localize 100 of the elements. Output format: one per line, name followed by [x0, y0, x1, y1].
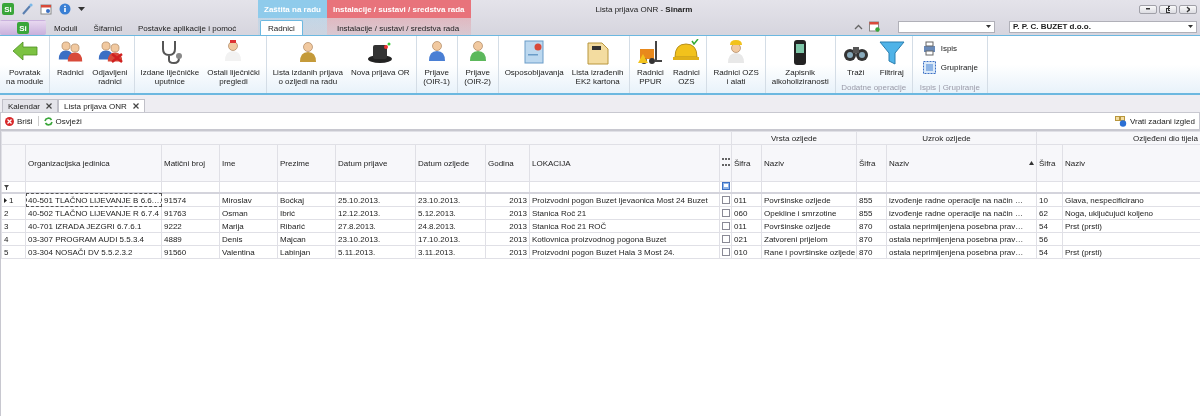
table-cell: Stanica Roč 21 ROČ — [532, 221, 607, 231]
column-header[interactable]: Datum prijave — [338, 158, 388, 168]
table-cell: 40-502 TLAČNO LIJEVANJE R 6.7.4 — [28, 208, 159, 218]
ribbon-button[interactable]: Prijave (OIR-1) — [419, 36, 454, 87]
ribbon-button[interactable]: Odjavljeni radnici — [89, 36, 131, 87]
dropdown-arrow-icon — [1188, 25, 1193, 28]
table-cell: Prst (prsti) — [1065, 221, 1102, 231]
table-cell: Majcan — [280, 234, 306, 244]
ribbon-button[interactable]: Lista izrađenih EK2 kartona — [568, 36, 627, 87]
document-tab[interactable]: Kalendar — [2, 99, 59, 112]
table-cell: 855 — [859, 208, 873, 218]
table-cell: 011 — [734, 221, 747, 231]
column-header[interactable]: Organizacijska jedinica — [28, 158, 110, 168]
minimize-button[interactable] — [1139, 4, 1157, 14]
table-cell: Proizvodni pogon Buzet ljevaonica Most 24 Buzet — [532, 195, 708, 205]
ribbon-button[interactable]: Lista izdanih prijava o ozljedi na radu — [269, 36, 346, 87]
window-title: Lista prijava ONR - Sinarm — [594, 4, 694, 14]
column-header[interactable]: Šifra — [1039, 158, 1056, 168]
ribbon-button[interactable]: Nova prijava OR — [347, 36, 413, 87]
column-header[interactable]: Datum ozljede — [418, 158, 470, 168]
table-cell: 870 — [859, 234, 873, 244]
table-cell: 10 — [1039, 195, 1048, 205]
table-cell: 855 — [859, 195, 873, 205]
table-cell: Stanica Roč 21 — [532, 208, 587, 218]
ribbon-tab[interactable]: Šifarnici — [85, 20, 131, 35]
table-cell: 54 — [1039, 247, 1048, 257]
table-cell: 03-307 PROGRAM AUDI 5.5.3.4 — [28, 234, 145, 244]
checkbox[interactable] — [722, 248, 730, 256]
table-cell: Denis — [222, 234, 243, 244]
ribbon-button[interactable]: Prijave (OIR-2) — [460, 36, 495, 87]
ribbon-button[interactable]: Traži — [838, 36, 873, 83]
column-header[interactable]: LOKACIJA — [532, 158, 571, 168]
table-cell: 2013 — [509, 221, 527, 231]
table-cell: Miroslav — [222, 195, 252, 205]
restore-button[interactable] — [1159, 4, 1177, 14]
reset-layout-button[interactable]: Vrati zadani izgled — [1114, 115, 1195, 127]
ribbon-button[interactable]: Radnici — [53, 36, 88, 87]
ribbon-button[interactable]: Grupiranje — [921, 60, 978, 75]
ribbon-button[interactable]: Filtriraj — [874, 36, 909, 83]
table-cell: 870 — [859, 247, 873, 257]
printer-icon — [921, 41, 937, 56]
ribbon-button[interactable]: Ostali liječnički pregledi — [204, 36, 263, 87]
column-header[interactable]: Godina — [488, 158, 514, 168]
row-number: 4 — [4, 234, 9, 244]
collapse-ribbon-icon[interactable] — [854, 23, 863, 30]
column-header[interactable]: Prezime — [280, 158, 310, 168]
table-cell: Površinske ozljede — [764, 195, 831, 205]
dropdown-field[interactable] — [898, 20, 995, 33]
context-tab-header: Instalacije / sustavi / sredstva rada — [326, 0, 471, 18]
group-label: Ispis | Grupiranje — [918, 83, 981, 93]
column-header[interactable]: Šifra — [859, 158, 876, 168]
current-row-icon — [4, 197, 7, 203]
calendar-icon[interactable] — [869, 21, 880, 32]
ribbon-tab[interactable]: Moduli — [46, 20, 86, 35]
wand-icon[interactable] — [21, 3, 33, 15]
company-dropdown[interactable]: P. P. C. BUZET d.o.o. — [1009, 20, 1197, 33]
table-cell: Opekline i smrzotine — [764, 208, 837, 218]
checkbox[interactable] — [722, 196, 730, 204]
table-cell: 9222 — [164, 221, 182, 231]
ribbon-button[interactable]: Osposobljavanja — [501, 36, 567, 87]
checkbox[interactable] — [722, 209, 730, 217]
column-header[interactable]: Ime — [222, 158, 236, 168]
column-header[interactable]: Naziv — [1065, 158, 1086, 168]
column-group-header: Ozljeđeni dio tijela — [1133, 133, 1198, 143]
column-header[interactable]: Šifra — [734, 158, 751, 168]
document-tab[interactable]: Lista prijava ONR — [58, 99, 145, 112]
column-group-header: Vrsta ozljede — [771, 133, 817, 143]
delete-icon — [5, 116, 14, 126]
ribbon-tab[interactable]: Radnici — [260, 20, 303, 35]
ribbon-button[interactable]: Zapisnik alkoholiziranosti — [768, 36, 832, 87]
info-icon[interactable] — [59, 3, 71, 15]
ribbon-button[interactable]: Radnici OZS i alati — [710, 36, 762, 87]
toolbar-button[interactable]: Osvježi — [43, 116, 82, 126]
table-cell: Prst (prsti) — [1065, 247, 1102, 257]
table-cell: Osman — [222, 208, 248, 218]
dropdown-arrow-icon[interactable] — [78, 6, 85, 12]
checkbox[interactable] — [722, 235, 730, 243]
toolbar-button[interactable]: Briši — [5, 116, 33, 126]
ribbon-button[interactable]: Radnici OZS — [669, 36, 704, 87]
filter-checkbox-icon[interactable] — [722, 182, 730, 190]
forklift-icon — [636, 39, 665, 65]
column-group-header: Uzrok ozljede — [922, 133, 971, 143]
ribbon-button[interactable]: Izdane liječničke uputnice — [137, 36, 203, 87]
ribbon-button[interactable]: Radnici PPUR — [633, 36, 668, 87]
table-cell: 23.10.2013. — [338, 234, 381, 244]
close-button[interactable] — [1179, 4, 1197, 14]
ribbon-tab[interactable]: Postavke aplikacije i pomoć — [130, 20, 245, 35]
table-cell: 17.10.2013. — [418, 234, 461, 244]
refresh-icon — [43, 116, 53, 126]
ellipsis-icon[interactable] — [722, 157, 730, 167]
column-header[interactable]: Naziv — [889, 158, 910, 168]
context-tab-header: Zaštita na radu — [258, 0, 327, 18]
layout-icon — [1114, 115, 1127, 127]
column-header[interactable]: Naziv — [764, 158, 784, 168]
ribbon-button[interactable]: Povratak na module — [3, 36, 47, 87]
checkbox[interactable] — [722, 222, 730, 230]
ribbon-button[interactable]: Ispis — [921, 41, 978, 56]
column-header[interactable]: Matični broj — [164, 158, 205, 168]
table-cell: 3.11.2013. — [418, 247, 456, 257]
calendar-icon[interactable] — [40, 3, 52, 15]
